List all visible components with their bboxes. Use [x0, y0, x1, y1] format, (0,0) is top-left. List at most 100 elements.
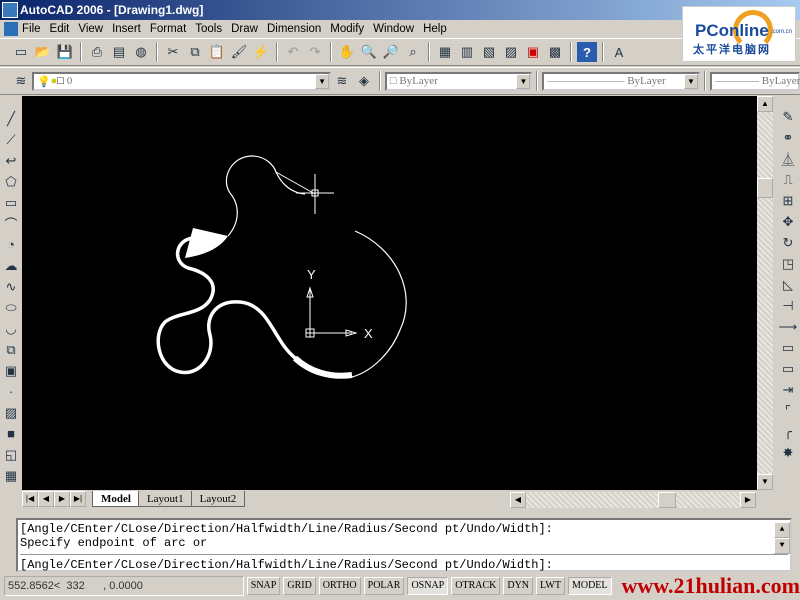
- command-window[interactable]: [Angle/CEnter/CLose/Direction/Halfwidth/…: [16, 518, 792, 572]
- horizontal-scrollbar[interactable]: ◀ ▶: [510, 492, 756, 508]
- arc-icon[interactable]: ⌒: [1, 213, 21, 234]
- help-icon[interactable]: ?: [577, 42, 597, 62]
- erase-icon[interactable]: ✎: [778, 106, 798, 127]
- prev-tab-button[interactable]: ◀: [38, 491, 54, 507]
- join-icon[interactable]: ⇥: [778, 379, 798, 400]
- revision-cloud-icon[interactable]: ☁: [1, 255, 21, 276]
- ortho-toggle[interactable]: ORTHO: [318, 577, 361, 595]
- model-toggle[interactable]: MODEL: [567, 577, 612, 595]
- plot-icon[interactable]: ⎙: [87, 42, 107, 62]
- move-icon[interactable]: ✥: [778, 211, 798, 232]
- document-menu-icon[interactable]: [4, 22, 18, 36]
- copy-icon[interactable]: ⧉: [185, 42, 205, 62]
- construction-line-icon[interactable]: ⟋: [1, 129, 21, 150]
- redo-icon[interactable]: ↷: [305, 42, 325, 62]
- chevron-down-icon[interactable]: ▼: [516, 73, 531, 89]
- ellipse-icon[interactable]: ⬭: [1, 297, 21, 318]
- polyline-icon[interactable]: ↩: [1, 150, 21, 171]
- next-tab-button[interactable]: ▶: [54, 491, 70, 507]
- menu-dimension[interactable]: Dimension: [267, 23, 321, 35]
- open-icon[interactable]: 📂: [33, 42, 53, 62]
- match-properties-icon[interactable]: 🖌: [229, 42, 249, 62]
- text-style-icon[interactable]: A: [609, 42, 629, 62]
- explode-icon[interactable]: ✸: [778, 442, 798, 463]
- plot-preview-icon[interactable]: ▤: [109, 42, 129, 62]
- scroll-down-button[interactable]: ▼: [757, 474, 773, 490]
- otrack-toggle[interactable]: OTRACK: [451, 577, 501, 595]
- menu-format[interactable]: Format: [150, 23, 186, 35]
- menu-tools[interactable]: Tools: [195, 23, 222, 35]
- menu-draw[interactable]: Draw: [231, 23, 258, 35]
- calculator-icon[interactable]: ▩: [545, 42, 565, 62]
- make-block-icon[interactable]: ▣: [1, 360, 21, 381]
- sheet-set-icon[interactable]: ▨: [501, 42, 521, 62]
- mirror-icon[interactable]: ⏅: [778, 148, 798, 169]
- coordinate-readout[interactable]: 552.8562< 332 , 0.0000: [4, 576, 244, 596]
- polar-toggle[interactable]: POLAR: [363, 577, 405, 595]
- tab-model[interactable]: Model: [92, 491, 140, 507]
- table-icon[interactable]: ▦: [1, 465, 21, 486]
- chevron-down-icon[interactable]: ▼: [315, 73, 330, 89]
- break-icon[interactable]: ▭: [778, 358, 798, 379]
- menu-help[interactable]: Help: [423, 23, 447, 35]
- save-icon[interactable]: 💾: [55, 42, 75, 62]
- design-center-icon[interactable]: ▥: [457, 42, 477, 62]
- menu-view[interactable]: View: [78, 23, 103, 35]
- color-dropdown[interactable]: □ ByLayer ▼: [384, 71, 533, 91]
- pan-icon[interactable]: ✋: [337, 42, 357, 62]
- point-icon[interactable]: ·: [1, 381, 21, 402]
- fillet-icon[interactable]: ╭: [778, 421, 798, 442]
- tool-palettes-icon[interactable]: ▧: [479, 42, 499, 62]
- spline-icon[interactable]: ∿: [1, 276, 21, 297]
- command-scroll-down[interactable]: ▼: [774, 538, 790, 554]
- layer-dropdown[interactable]: 💡 ● □ 0 ▼: [31, 71, 332, 91]
- scroll-left-button[interactable]: ◀: [510, 492, 526, 508]
- tab-layout1[interactable]: Layout1: [137, 491, 193, 507]
- block-editor-icon[interactable]: ⚡: [251, 42, 271, 62]
- new-icon[interactable]: ▭: [11, 42, 31, 62]
- horizontal-scroll-thumb[interactable]: [658, 492, 676, 508]
- menu-file[interactable]: File: [22, 23, 41, 35]
- polygon-icon[interactable]: ⬠: [1, 171, 21, 192]
- last-tab-button[interactable]: ▶|: [70, 491, 86, 507]
- zoom-previous-icon[interactable]: ⌕: [403, 42, 423, 62]
- lineweight-dropdown[interactable]: ———— ByLayer: [710, 71, 800, 91]
- vertical-scrollbar[interactable]: ▲ ▼: [757, 96, 773, 490]
- dyn-toggle[interactable]: DYN: [503, 577, 534, 595]
- grid-toggle[interactable]: GRID: [283, 577, 316, 595]
- menu-modify[interactable]: Modify: [330, 23, 364, 35]
- first-tab-button[interactable]: |◀: [22, 491, 38, 507]
- layer-previous-icon[interactable]: ◈: [354, 71, 374, 91]
- chamfer-icon[interactable]: ⌜: [778, 400, 798, 421]
- drawing-canvas[interactable]: Y X: [22, 96, 757, 490]
- linetype-dropdown[interactable]: ——————— ByLayer ▼: [542, 71, 700, 91]
- snap-toggle[interactable]: SNAP: [246, 577, 281, 595]
- chevron-down-icon[interactable]: ▼: [684, 73, 698, 89]
- make-layer-current-icon[interactable]: ≋: [332, 71, 352, 91]
- menu-insert[interactable]: Insert: [112, 23, 141, 35]
- undo-icon[interactable]: ↶: [283, 42, 303, 62]
- scroll-up-button[interactable]: ▲: [757, 96, 773, 112]
- lwt-toggle[interactable]: LWT: [536, 577, 565, 595]
- ellipse-arc-icon[interactable]: ◡: [1, 318, 21, 339]
- offset-icon[interactable]: ⎍: [778, 169, 798, 190]
- paste-icon[interactable]: 📋: [207, 42, 227, 62]
- autocad-app-icon[interactable]: [2, 2, 18, 18]
- insert-block-icon[interactable]: ⧉: [1, 339, 21, 360]
- circle-icon[interactable]: ◔: [1, 234, 21, 255]
- markup-icon[interactable]: ▣: [523, 42, 543, 62]
- extend-icon[interactable]: ⟶: [778, 316, 798, 337]
- layer-manager-icon[interactable]: ≋: [11, 71, 31, 91]
- stretch-icon[interactable]: ◺: [778, 274, 798, 295]
- line-icon[interactable]: ╱: [1, 108, 21, 129]
- trim-icon[interactable]: ⊣: [778, 295, 798, 316]
- vertical-scroll-thumb[interactable]: [757, 178, 773, 198]
- gradient-icon[interactable]: ■: [1, 423, 21, 444]
- copy-object-icon[interactable]: ⚭: [778, 127, 798, 148]
- array-icon[interactable]: ⊞: [778, 190, 798, 211]
- scroll-right-button[interactable]: ▶: [740, 492, 756, 508]
- command-scroll-up[interactable]: ▲: [774, 522, 790, 538]
- tab-layout2[interactable]: Layout2: [190, 491, 246, 507]
- cut-icon[interactable]: ✂: [163, 42, 183, 62]
- hatch-icon[interactable]: ▨: [1, 402, 21, 423]
